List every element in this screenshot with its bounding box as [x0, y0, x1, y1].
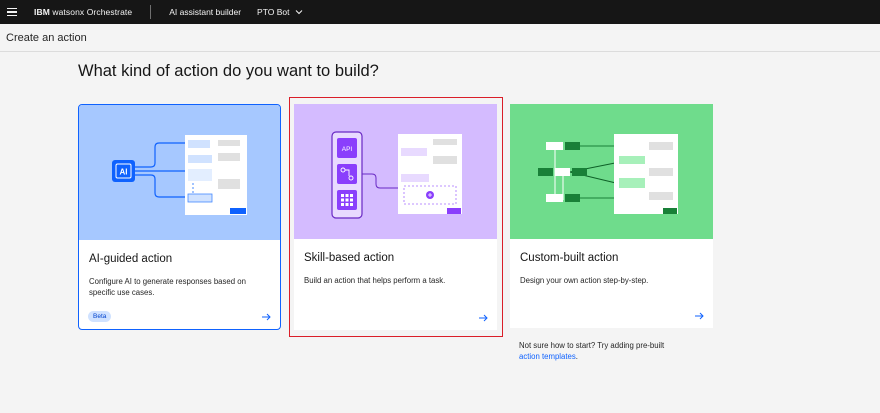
assistant-selector-label: PTO Bot: [257, 7, 290, 17]
arrow-right-icon: [479, 314, 488, 322]
skill-based-action-card[interactable]: API Skill-based action Build an action t…: [294, 104, 497, 330]
skill-based-action-description: Build an action that helps perform a tas…: [304, 276, 446, 285]
top-navigation-bar: IBM watsonx Orchestrate AI assistant bui…: [0, 0, 880, 24]
templates-hint-suffix: .: [575, 352, 578, 361]
api-chip-label: API: [342, 146, 353, 153]
assistant-selector[interactable]: PTO Bot: [251, 7, 302, 17]
skill-based-illustration: API: [294, 104, 497, 239]
ai-guided-action-title: AI-guided action: [89, 253, 173, 265]
ai-chip-label: AI: [120, 168, 128, 177]
headline: What kind of action do you want to build…: [78, 62, 379, 80]
action-templates-link[interactable]: action templates: [519, 352, 576, 361]
page-title: Create an action: [6, 32, 87, 44]
nav-ai-assistant-builder[interactable]: AI assistant builder: [159, 7, 251, 17]
ai-guided-action-description: Configure AI to generate responses based…: [89, 277, 246, 297]
chevron-down-icon: [295, 10, 302, 15]
brand-ibm: IBM: [34, 7, 50, 17]
arrow-right-icon: [262, 313, 271, 321]
custom-built-action-card[interactable]: Custom-built action Design your own acti…: [510, 104, 713, 328]
custom-built-action-description: Design your own action step-by-step.: [520, 276, 649, 285]
product-name[interactable]: IBM watsonx Orchestrate: [24, 7, 150, 17]
templates-hint-text: Not sure how to start? Try adding pre-bu…: [519, 341, 665, 350]
ai-guided-illustration: AI: [79, 105, 280, 240]
arrow-right-icon: [695, 312, 704, 320]
menu-icon[interactable]: [0, 0, 24, 24]
beta-badge: Beta: [88, 311, 112, 322]
brand-product: watsonx Orchestrate: [52, 7, 133, 17]
custom-built-illustration: [510, 104, 713, 239]
custom-built-action-title: Custom-built action: [520, 252, 619, 264]
ai-guided-action-card[interactable]: AI AI-guided action Configure AI to gene…: [78, 104, 281, 330]
nav-divider: [150, 5, 152, 19]
page-header: Create an action: [0, 24, 880, 52]
skill-based-action-title: Skill-based action: [304, 252, 395, 264]
templates-hint: Not sure how to start? Try adding pre-bu…: [519, 340, 664, 362]
